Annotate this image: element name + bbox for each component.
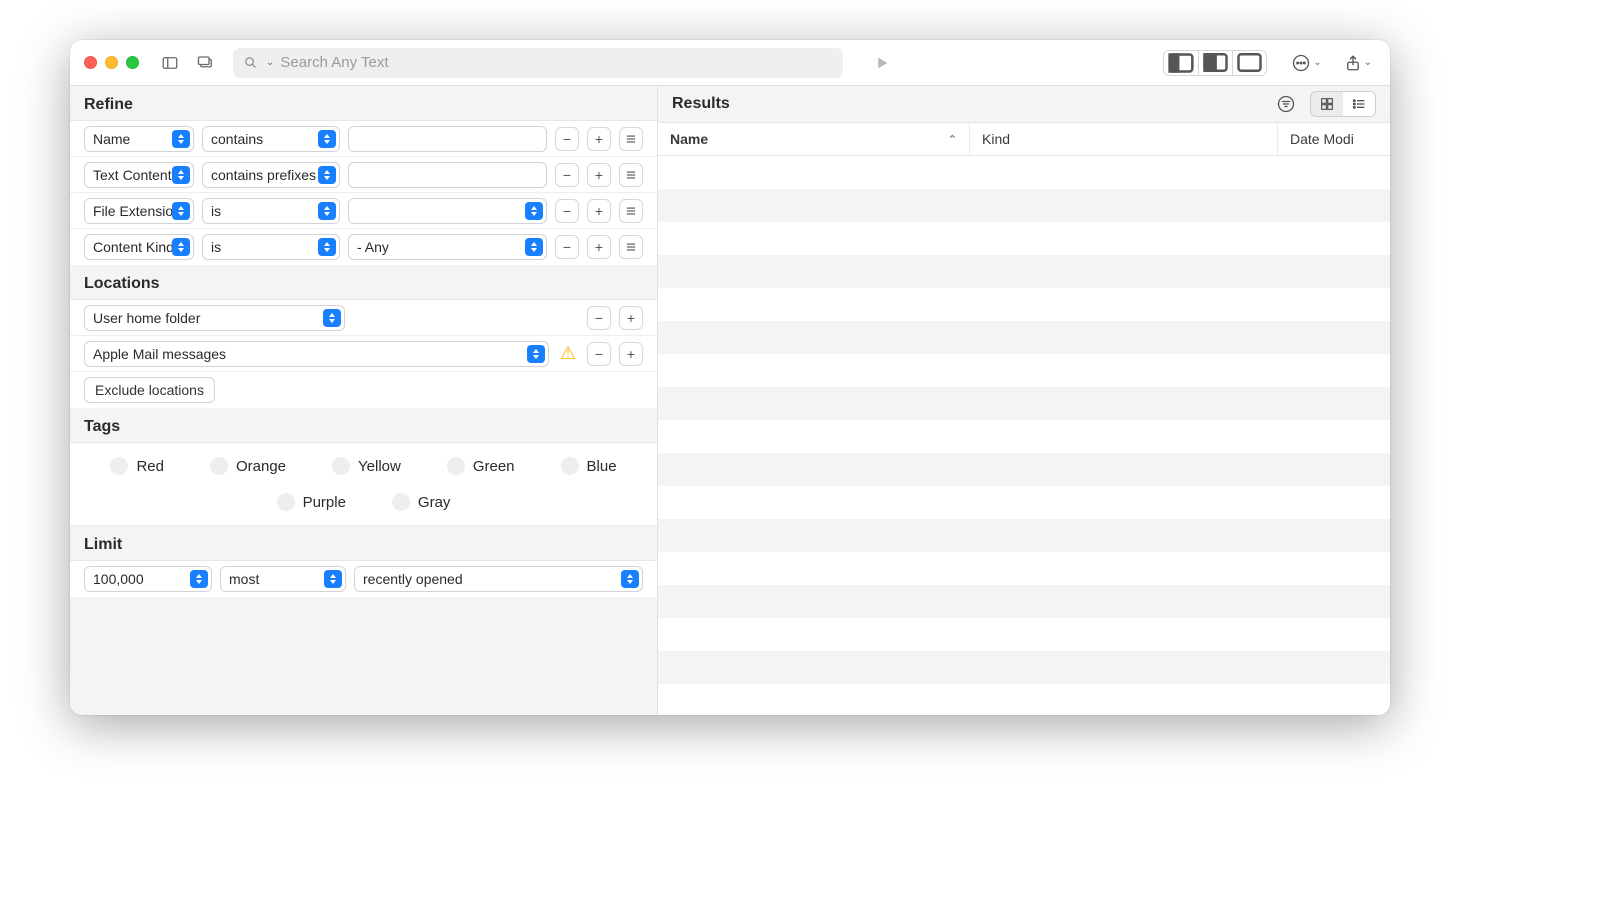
refine-value-popup[interactable] [348,198,547,224]
remove-row-button[interactable]: − [555,127,579,151]
remove-row-button[interactable]: − [555,235,579,259]
results-filter-button[interactable] [1272,92,1300,116]
results-table-body[interactable] [658,156,1390,715]
refine-attr-popup[interactable]: Name [84,126,194,152]
more-options-button[interactable]: ⌄ [1287,51,1325,75]
refine-op-popup[interactable]: contains prefixes [202,162,340,188]
refine-attr-popup[interactable]: Text Content [84,162,194,188]
window-layout-button[interactable] [191,49,221,77]
refine-section-title: Refine [70,86,657,121]
results-view-segmented-control [1310,91,1376,117]
locations-rows: User home folder − + Apple Mail messages… [70,300,657,408]
refine-row-content-kind: Content Kind is - Any − + [70,229,657,265]
layout-segmented-control [1163,50,1267,76]
refine-attr-popup[interactable]: Content Kind [84,234,194,260]
refine-value-input[interactable] [348,162,547,188]
column-header-kind[interactable]: Kind [970,123,1278,155]
exclude-locations-row: Exclude locations [70,372,657,408]
exclude-locations-button[interactable]: Exclude locations [84,377,215,403]
app-window: ⌄ ⌄ ⌄ Refine Name co [70,40,1390,715]
column-header-date-modified[interactable]: Date Modi [1278,123,1390,155]
ellipsis-circle-icon [1291,53,1311,73]
layout-split-button[interactable] [1198,51,1232,75]
refine-rows: Name contains − + Text Content contains … [70,121,657,265]
refine-row-text-content: Text Content contains prefixes − + [70,157,657,193]
minimize-window-button[interactable] [105,56,118,69]
add-row-button[interactable]: + [587,235,611,259]
refine-op-popup[interactable]: contains [202,126,340,152]
zoom-window-button[interactable] [126,56,139,69]
limit-section-title: Limit [70,526,657,561]
location-popup[interactable]: User home folder [84,305,345,331]
warning-icon: ⚠︎ [557,343,579,364]
titlebar: ⌄ ⌄ ⌄ [70,40,1390,86]
refine-op-popup[interactable]: is [202,234,340,260]
add-location-button[interactable]: + [619,306,643,330]
sort-ascending-icon: ⌃ [948,133,957,146]
remove-row-button[interactable]: − [555,199,579,223]
limit-count-popup[interactable]: 100,000 [84,566,212,592]
tag-red[interactable]: Red [110,457,164,475]
share-icon [1344,54,1362,72]
refine-value-input[interactable] [348,126,547,152]
refine-value-popup[interactable]: - Any [348,234,547,260]
limit-order-popup[interactable]: most [220,566,346,592]
window-controls [84,56,139,69]
results-table-header: Name ⌃ Kind Date Modi [658,123,1390,156]
content-body: Refine Name contains − + Text Content co… [70,86,1390,715]
remove-location-button[interactable]: − [587,342,611,366]
results-header: Results [658,86,1390,123]
tag-blue[interactable]: Blue [561,457,617,475]
tags-area: Red Orange Yellow Green Blue Purple Gray [70,443,657,526]
results-panel: Results Name ⌃ Kind Date Modi [658,86,1390,715]
remove-location-button[interactable]: − [587,306,611,330]
limit-rows: 100,000 most recently opened [70,561,657,597]
location-row: Apple Mail messages ⚠︎ − + [70,336,657,372]
close-window-button[interactable] [84,56,97,69]
tags-section-title: Tags [70,408,657,443]
add-row-button[interactable]: + [587,127,611,151]
tag-green[interactable]: Green [447,457,515,475]
row-options-button[interactable] [619,235,643,259]
refine-panel: Refine Name contains − + Text Content co… [70,86,658,715]
toggle-sidebar-button[interactable] [155,49,185,77]
tag-purple[interactable]: Purple [277,493,346,511]
row-options-button[interactable] [619,199,643,223]
results-title: Results [672,95,730,113]
list-view-button[interactable] [1343,92,1375,116]
add-row-button[interactable]: + [587,199,611,223]
filter-circle-icon [1276,94,1296,114]
refine-row-name: Name contains − + [70,121,657,157]
add-row-button[interactable]: + [587,163,611,187]
grid-icon [1319,96,1335,112]
layout-right-panel-button[interactable] [1232,51,1266,75]
column-header-name[interactable]: Name ⌃ [658,123,970,155]
layout-left-panel-button[interactable] [1164,51,1198,75]
location-row: User home folder − + [70,300,657,336]
refine-op-popup[interactable]: is [202,198,340,224]
search-scope-chevron-icon[interactable]: ⌄ [266,57,274,68]
tag-orange[interactable]: Orange [210,457,286,475]
limit-by-popup[interactable]: recently opened [354,566,643,592]
remove-row-button[interactable]: − [555,163,579,187]
search-icon [243,55,258,70]
search-field-container: ⌄ [233,48,843,78]
tag-gray[interactable]: Gray [392,493,451,511]
locations-section-title: Locations [70,265,657,300]
grid-view-button[interactable] [1311,92,1343,116]
location-popup[interactable]: Apple Mail messages [84,341,549,367]
run-button[interactable] [867,49,897,77]
row-options-button[interactable] [619,127,643,151]
refine-row-file-extension: File Extension is − + [70,193,657,229]
search-input[interactable] [280,54,833,71]
share-button[interactable]: ⌄ [1340,52,1376,74]
tag-yellow[interactable]: Yellow [332,457,401,475]
limit-row: 100,000 most recently opened [70,561,657,597]
row-options-button[interactable] [619,163,643,187]
add-location-button[interactable]: + [619,342,643,366]
list-icon [1351,96,1367,112]
refine-attr-popup[interactable]: File Extension [84,198,194,224]
